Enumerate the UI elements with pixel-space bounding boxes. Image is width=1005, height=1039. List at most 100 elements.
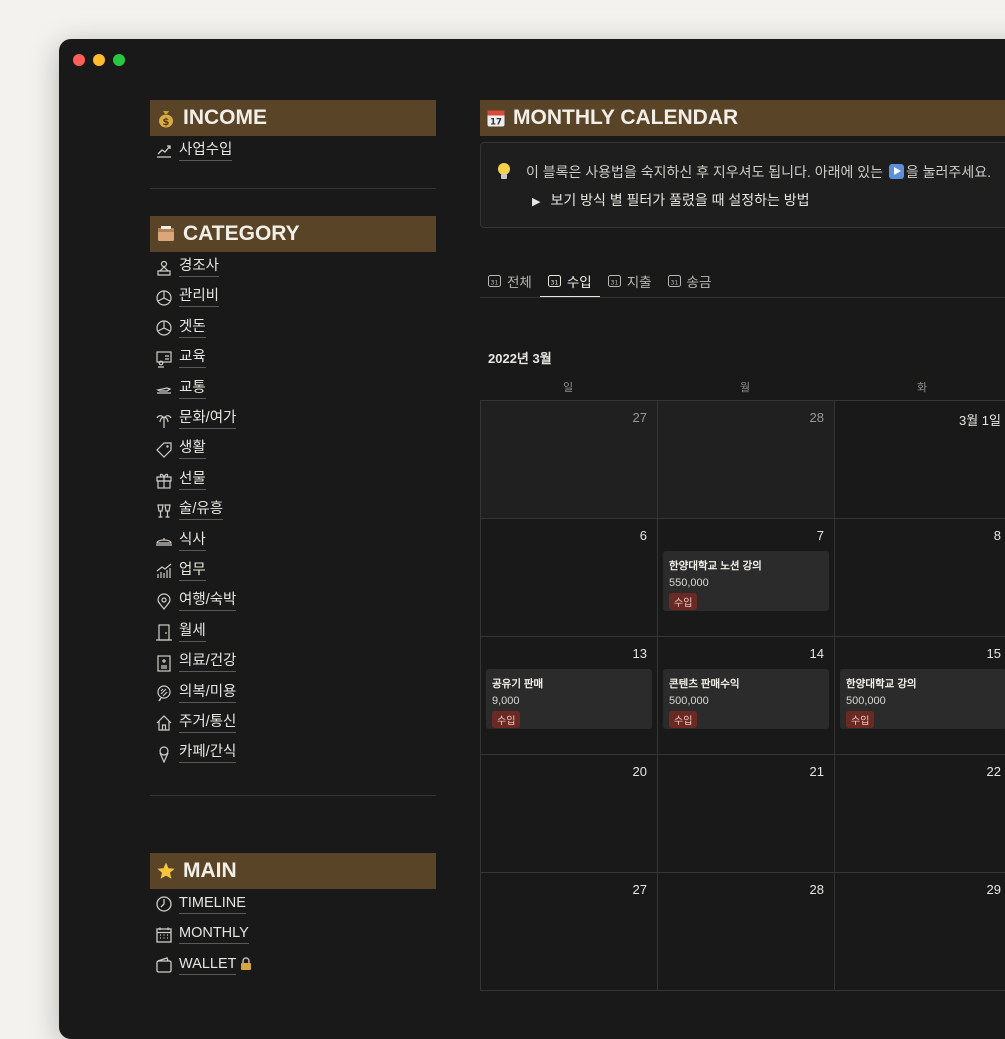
calendar-day-cell[interactable]: 6: [480, 518, 657, 636]
callout-text-after: 을 눌러주세요.: [905, 164, 991, 180]
tab-transfer[interactable]: 31 송금: [660, 266, 720, 296]
toggle-triangle-icon[interactable]: ▶: [532, 195, 540, 208]
category-item-10[interactable]: 식사: [150, 526, 436, 556]
home-icon: [154, 713, 174, 733]
event-amount: 550,000: [669, 577, 709, 589]
app-window: $ INCOME 사업수입 CATEGORY 경조사 관리비 겟돈 교육 교통 …: [59, 39, 1005, 1039]
left-column: $ INCOME 사업수입 CATEGORY 경조사 관리비 겟돈 교육 교통 …: [150, 100, 436, 980]
maximize-window-button[interactable]: [113, 54, 125, 66]
calendar-day-cell[interactable]: 22: [834, 754, 1005, 872]
calendar-day-cell[interactable]: 29: [834, 872, 1005, 990]
chart-icon: [154, 141, 174, 161]
calendar-day-cell[interactable]: 7 한양대학교 노션 강의 550,000 수입: [657, 518, 834, 636]
day-number: 28: [809, 882, 824, 897]
meal-icon: [154, 531, 174, 551]
event-amount: 500,000: [669, 695, 709, 707]
callout-box: 이 블록은 사용법을 숙지하신 후 지우셔도 됩니다. 아래에 있는 을 눌러주…: [480, 142, 1005, 228]
event-card[interactable]: 콘텐츠 판매수익 500,000 수입: [663, 669, 829, 729]
category-item-1[interactable]: 경조사: [150, 252, 436, 282]
calendar-day-cell[interactable]: 28: [657, 400, 834, 518]
hand-mirror-icon: [154, 683, 174, 703]
calendar-day-cell[interactable]: 3월 1일: [834, 400, 1005, 518]
lock-icon: [239, 956, 253, 974]
category-item-13[interactable]: 월세: [150, 617, 436, 647]
tag-icon: [154, 440, 174, 460]
category-label: 문화/여가: [179, 410, 237, 430]
calendar-emoji-icon: 17: [486, 108, 506, 128]
calendar-icon: 31: [488, 275, 501, 287]
tab-label: 전체: [507, 275, 532, 290]
calendar-day-cell[interactable]: 27: [480, 400, 657, 518]
category-item-5[interactable]: 교통: [150, 374, 436, 404]
gift-icon: [154, 470, 174, 490]
event-tag: 수입: [492, 711, 521, 728]
link-timeline[interactable]: TIMELINE: [150, 889, 436, 919]
view-tabs: 31 전체 31 수입 31 지출 31 송금: [480, 266, 719, 298]
tab-label: 송금: [686, 275, 712, 290]
day-number: 3월 1일: [959, 413, 1001, 428]
toggle-block[interactable]: ▶ 보기 방식 별 필터가 풀렸을 때 설정하는 방법: [532, 190, 810, 210]
income-title: INCOME: [183, 106, 267, 129]
palm-tree-icon: [154, 410, 174, 430]
calendar-icon: 31: [667, 275, 681, 287]
category-label: 교통: [179, 380, 206, 399]
calendar-header: 17 MONTHLY CALENDAR: [480, 100, 1005, 136]
category-item-16[interactable]: 주거/통신: [150, 708, 436, 738]
pie-chart-icon: [154, 318, 174, 338]
calendar-day-cell[interactable]: 14 콘텐츠 판매수익 500,000 수입: [657, 636, 834, 754]
event-amount: 500,000: [846, 695, 886, 707]
calendar-day-cell[interactable]: 27: [480, 872, 657, 990]
close-window-button[interactable]: [73, 54, 85, 66]
link-wallet[interactable]: WALLET: [150, 950, 436, 980]
calendar-day-cell[interactable]: 20: [480, 754, 657, 872]
tab-income[interactable]: 31 수입: [539, 266, 600, 298]
day-number: 7: [816, 528, 824, 543]
medical-file-icon: [154, 653, 174, 673]
svg-text:31: 31: [491, 280, 499, 287]
link-label: WALLET: [179, 956, 237, 975]
category-label: 의복/미용: [179, 684, 237, 703]
category-item-2[interactable]: 관리비: [150, 283, 436, 313]
tab-expense[interactable]: 31 지출: [600, 266, 660, 296]
category-item-14[interactable]: 의료/건강: [150, 647, 436, 677]
calendar-day-cell[interactable]: 28: [657, 872, 834, 990]
category-item-6[interactable]: 문화/여가: [150, 404, 436, 434]
minimize-window-button[interactable]: [93, 54, 105, 66]
category-item-9[interactable]: 술/유흥: [150, 496, 436, 526]
day-number: 20: [632, 764, 647, 779]
toggle-text: 보기 방식 별 필터가 풀렸을 때 설정하는 방법: [550, 192, 810, 208]
category-item-12[interactable]: 여행/숙박: [150, 587, 436, 617]
link-monthly[interactable]: MONTHLY: [150, 919, 436, 949]
link-business-income[interactable]: 사업수입: [150, 136, 436, 166]
weekday-header: 화: [916, 382, 928, 394]
calendar-day-cell[interactable]: 13 공유기 판매 9,000 수입: [480, 636, 657, 754]
calendar-day-cell[interactable]: 15 한양대학교 강의 500,000 수입: [834, 636, 1005, 754]
callout-text-before: 이 블록은 사용법을 숙지하신 후 지우셔도 됩니다. 아래에 있는: [526, 164, 884, 180]
category-item-4[interactable]: 교육: [150, 344, 436, 374]
svg-text:31: 31: [670, 280, 678, 287]
category-item-3[interactable]: 겟돈: [150, 313, 436, 343]
window-controls: [73, 54, 125, 66]
weekday-header: 월: [739, 382, 751, 394]
category-item-17[interactable]: 카페/간식: [150, 739, 436, 769]
event-card[interactable]: 한양대학교 강의 500,000 수입: [840, 669, 1005, 729]
calendar-day-cell[interactable]: 21: [657, 754, 834, 872]
tab-label: 수입: [566, 275, 592, 290]
category-item-8[interactable]: 선물: [150, 465, 436, 495]
main-title: MAIN: [183, 859, 237, 883]
callout-text: 이 블록은 사용법을 숙지하신 후 지우셔도 됩니다. 아래에 있는 을 눌러주…: [526, 162, 991, 182]
event-card[interactable]: 한양대학교 노션 강의 550,000 수입: [663, 551, 829, 611]
tab-all[interactable]: 31 전체: [480, 266, 540, 296]
day-number: 14: [809, 646, 824, 661]
day-number: 27: [632, 410, 647, 425]
lightbulb-icon: [495, 161, 513, 183]
category-label: 업무: [179, 562, 206, 581]
calendar-day-cell[interactable]: 8: [834, 518, 1005, 636]
calendar-icon: 31: [547, 275, 561, 287]
svg-text:$: $: [163, 117, 170, 128]
category-item-15[interactable]: 의복/미용: [150, 678, 436, 708]
event-card[interactable]: 공유기 판매 9,000 수입: [486, 669, 652, 729]
category-item-7[interactable]: 생활: [150, 435, 436, 465]
category-item-11[interactable]: 업무: [150, 556, 436, 586]
wallet-icon: [154, 955, 174, 975]
